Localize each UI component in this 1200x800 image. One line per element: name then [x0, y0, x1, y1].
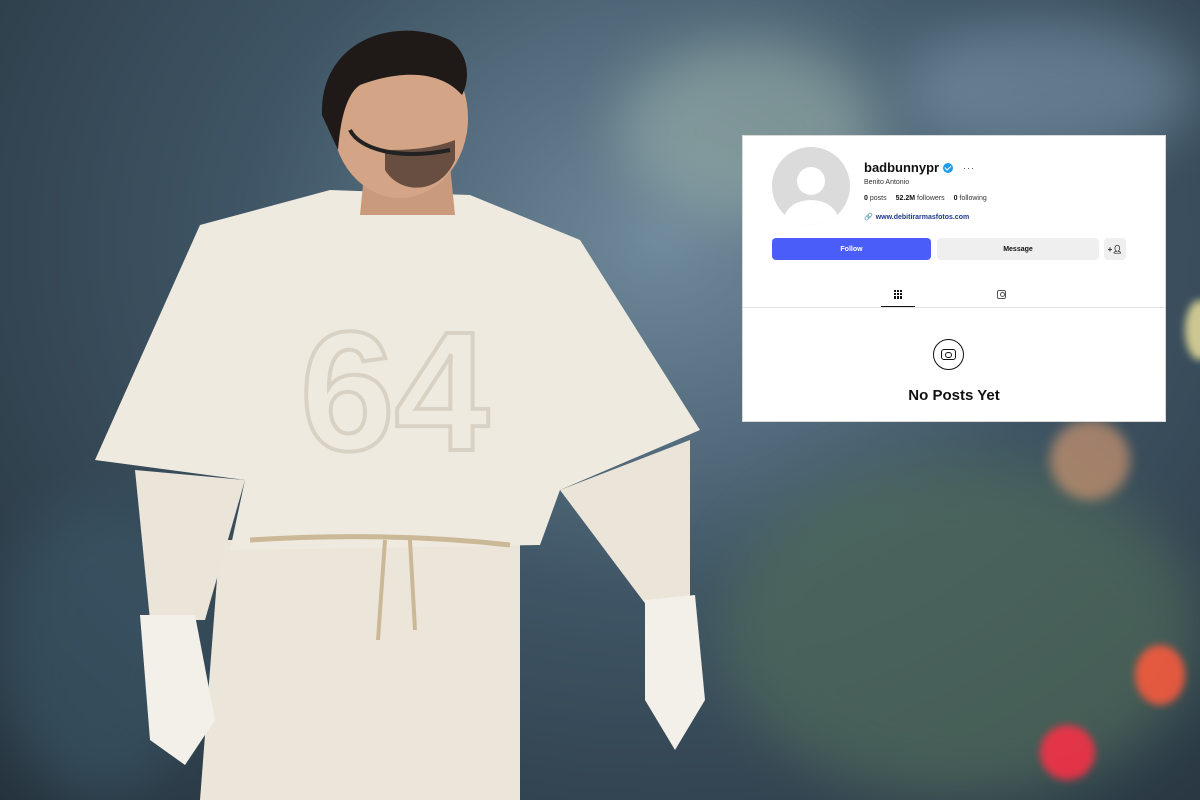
add-user-icon: +👤︎: [1107, 244, 1123, 254]
camera-icon: [933, 339, 964, 370]
instagram-profile-card: badbunnypr ··· Benito Antonio 0 posts 52…: [742, 135, 1166, 422]
verified-badge-icon: [943, 162, 954, 173]
tab-posts[interactable]: [881, 282, 915, 307]
profile-stats: 0 posts 52.2M followers 0 following: [864, 195, 987, 202]
message-button[interactable]: Message: [937, 238, 1099, 260]
link-icon: 🔗: [864, 214, 873, 221]
add-user-button[interactable]: +👤︎: [1104, 238, 1126, 260]
default-avatar[interactable]: [772, 147, 850, 225]
followers-stat[interactable]: 52.2M followers: [896, 195, 945, 202]
profile-link-text[interactable]: www.debitirarmasfotos.com: [876, 214, 969, 221]
empty-state-text: No Posts Yet: [908, 387, 1000, 404]
username-row: badbunnypr ···: [864, 160, 975, 175]
profile-display-name: Benito Antonio: [864, 179, 910, 186]
profile-tabs: [743, 282, 1165, 308]
jersey-number: 64: [300, 297, 489, 487]
tab-tagged[interactable]: [984, 282, 1018, 307]
performer-figure: 64: [95, 30, 705, 800]
profile-username: badbunnypr: [864, 160, 940, 175]
follow-button[interactable]: Follow: [772, 238, 931, 260]
grid-icon: [893, 289, 903, 299]
more-options-button[interactable]: ···: [963, 163, 975, 173]
following-stat[interactable]: 0 following: [954, 195, 987, 202]
posts-stat[interactable]: 0 posts: [864, 195, 887, 202]
tagged-icon: [996, 290, 1006, 299]
profile-link[interactable]: 🔗 www.debitirarmasfotos.com: [864, 213, 969, 222]
